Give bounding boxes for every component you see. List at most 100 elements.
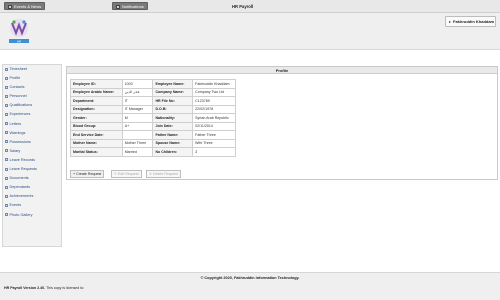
sidebar: Timesheet Profile Contacts Personnel Qua… (2, 64, 62, 247)
sidebar-item-label: Salary (9, 148, 21, 153)
field-value: Father Three (192, 130, 236, 140)
profile-icon (5, 76, 8, 80)
documents-icon (5, 176, 8, 180)
field-value: 1003 (121, 79, 154, 89)
field-value: Fakhruddin Khaddam (192, 79, 236, 89)
table-row: Employee ID: 1003 Employee Name: Fakhruddin… (70, 79, 236, 89)
version-text: HR Payroll Version 2.40. This copy is li… (4, 286, 84, 290)
sidebar-item-label: Contacts (9, 85, 25, 90)
sidebar-item-label: Photo Gallery (9, 212, 33, 217)
field-value: 02/11/2014 (192, 121, 236, 131)
events-icon (5, 203, 8, 207)
sidebar-item-personnel[interactable]: Personnel (3, 92, 61, 101)
warnings-icon (5, 131, 8, 135)
create-request-label: Create Request (76, 172, 102, 176)
table-row: Gender: M Nationality: Syrian Arab Republic (70, 113, 236, 123)
footer: © Copyright 2020, Fakhruddin Information… (0, 272, 500, 300)
field-label: D.O.B: (152, 104, 194, 114)
table-row: Designation: IT Manager D.O.B: 22/02/1978 (70, 104, 236, 114)
user-menu-button[interactable]: Fakhruddin Khaddam (445, 16, 496, 27)
sidebar-item-profile[interactable]: Profile (3, 74, 61, 83)
field-value: C123789 (192, 96, 236, 106)
sidebar-item-label: Leave Records (9, 157, 36, 162)
salary-icon (5, 149, 8, 153)
sidebar-item-qualifications[interactable]: Qualifications (3, 101, 61, 110)
table-row: Blood Group: A+ Join Date: 02/11/2014 (70, 121, 236, 131)
sidebar-item-events[interactable]: Events (3, 201, 61, 210)
field-label: Father Name: (152, 130, 194, 140)
sidebar-item-documents[interactable]: Documents (3, 174, 61, 183)
sidebar-item-achievements[interactable]: Achievements (3, 192, 61, 201)
table-row: Department: IT HR File No: C123789 (70, 96, 236, 106)
field-label: End Service Date: (70, 130, 123, 140)
create-request-button[interactable]: +Create Request (70, 170, 105, 178)
field-value: Wife Three (192, 138, 236, 148)
field-label: Company Name: (152, 87, 194, 97)
table-row: Marital Status: Married No Children: 3 (70, 147, 236, 157)
header (0, 13, 500, 50)
notifications-button[interactable]: Notifications (112, 2, 148, 10)
field-label: Spouse Name: (152, 138, 194, 148)
delete-request-button[interactable]: ✕Delete Request (146, 170, 181, 178)
field-label: Employee ID: (70, 79, 123, 89)
possessions-icon (5, 140, 8, 144)
photo-gallery-icon (5, 213, 8, 216)
timesheet-icon (5, 67, 8, 71)
dependants-icon (5, 185, 8, 189)
sidebar-item-experiences[interactable]: Experiences (3, 110, 61, 119)
bell-icon (116, 5, 120, 9)
field-value: Syrian Arab Republic (192, 113, 236, 123)
sidebar-item-label: Leave Requests (9, 167, 37, 172)
edit-request-label: Edit Request (118, 172, 139, 176)
sidebar-item-photo-gallery[interactable]: Photo Gallery (3, 211, 61, 220)
field-label: Join Date: (152, 121, 194, 131)
sidebar-item-label: Profile (9, 76, 21, 81)
sidebar-item-label: Qualifications (9, 103, 33, 108)
sidebar-item-letters[interactable]: Letters (3, 120, 61, 129)
sidebar-item-label: Possessions (9, 139, 31, 144)
delete-request-label: Delete Request (153, 172, 178, 176)
sidebar-item-label: Experiences (9, 112, 31, 117)
top-bar: Events & News Notifications HR Payroll (0, 0, 500, 13)
sidebar-item-label: Achievements (9, 194, 34, 199)
sidebar-item-label: Personnel (9, 94, 27, 99)
field-value: 22/02/1978 (192, 104, 236, 114)
trash-icon: ✕ (149, 172, 153, 176)
table-row: Mother Name: Mother Three Spouse Name: Wife… (70, 138, 236, 148)
profile-table: Employee ID: 1003 Employee Name: Fakhruddin… (70, 79, 236, 157)
field-value: A+ (121, 121, 154, 131)
sidebar-item-dependants[interactable]: Dependants (3, 183, 61, 192)
app-title: HR Payroll (232, 4, 254, 9)
field-value: Company Two Ltd (192, 87, 236, 97)
field-label: Nationality: (152, 113, 194, 123)
profile-panel: Profile Employee ID: 1003 Employee Name: Fa… (66, 66, 498, 180)
news-icon (8, 5, 12, 9)
field-label: Gender: (70, 113, 123, 123)
sidebar-item-warnings[interactable]: Warnings (3, 129, 61, 138)
field-value: M (121, 113, 154, 123)
field-value: فخر الدين (121, 87, 154, 97)
leave-requests-icon (5, 167, 8, 171)
personnel-icon (5, 94, 8, 98)
field-value (121, 130, 154, 140)
version-number: HR Payroll Version 2.40. (4, 286, 46, 290)
leave-records-icon (5, 158, 8, 162)
user-name: Fakhruddin Khaddam (453, 19, 495, 24)
sidebar-item-possessions[interactable]: Possessions (3, 138, 61, 147)
edit-request-button[interactable]: ✎Edit Request (111, 170, 142, 178)
sidebar-item-leave-requests[interactable]: Leave Requests (3, 165, 61, 174)
field-label: Employee Name: (152, 79, 194, 89)
sidebar-item-timesheet[interactable]: Timesheet (3, 65, 61, 74)
notifications-label: Notifications (122, 4, 144, 9)
sidebar-item-salary[interactable]: Salary (3, 147, 61, 156)
field-value: IT (121, 96, 154, 106)
events-news-button[interactable]: Events & News (4, 2, 46, 10)
field-value: IT Manager (121, 104, 154, 114)
sidebar-item-label: Warnings (9, 130, 26, 135)
sidebar-item-contacts[interactable]: Contacts (3, 83, 61, 92)
sidebar-item-leave-records[interactable]: Leave Records (3, 156, 61, 165)
sidebar-item-label: Documents (9, 176, 29, 181)
field-label: Department: (70, 96, 123, 106)
sidebar-item-label: Dependants (9, 185, 30, 190)
field-value: 3 (192, 147, 236, 157)
